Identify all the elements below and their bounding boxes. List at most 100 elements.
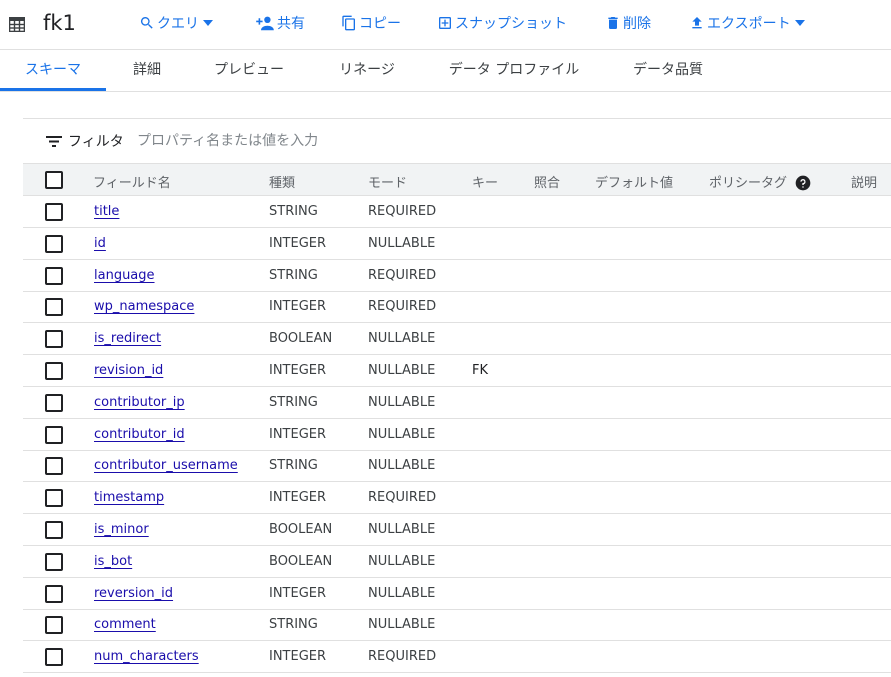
tab-data-profile[interactable]: データ プロファイル <box>424 51 604 91</box>
column-header-name[interactable]: フィールド名 <box>93 172 171 191</box>
field-name-link[interactable]: is_bot <box>94 554 132 569</box>
table-grid-icon <box>9 17 25 32</box>
field-mode: REQUIRED <box>368 649 437 665</box>
field-name-link[interactable]: contributor_id <box>94 427 185 442</box>
row-checkbox[interactable] <box>45 266 63 285</box>
column-header-mode[interactable]: モード <box>368 172 407 191</box>
copy-button-label: コピー <box>359 16 401 32</box>
field-type: BOOLEAN <box>269 553 333 569</box>
field-name-link[interactable]: wp_namespace <box>94 299 194 314</box>
field-name-link[interactable]: language <box>94 268 155 283</box>
delete-button[interactable]: 削除 <box>605 12 651 34</box>
snapshot-button-label: スナップショット <box>455 16 567 32</box>
top-toolbar: fk1 クエリ 共有 コピー スナップショット 削除 エクスポート <box>0 0 891 50</box>
row-checkbox[interactable] <box>45 616 63 635</box>
row-checkbox[interactable] <box>45 648 63 667</box>
active-tab-indicator <box>0 88 106 91</box>
row-checkbox[interactable] <box>45 425 63 444</box>
row-checkbox[interactable] <box>45 298 63 317</box>
tab-data-quality[interactable]: データ品質 <box>604 51 732 91</box>
share-button-label: 共有 <box>277 16 305 32</box>
field-name-link[interactable]: is_minor <box>94 522 149 537</box>
table-row: timestamp INTEGER REQUIRED <box>23 482 891 515</box>
column-header-key[interactable]: キー <box>472 172 498 191</box>
help-circle-icon[interactable] <box>795 175 811 191</box>
tab-bar: スキーマ 詳細 プレビュー リネージ データ プロファイル データ品質 <box>0 51 891 92</box>
tab-schema[interactable]: スキーマ <box>0 51 106 91</box>
export-button-label: エクスポート <box>707 16 791 32</box>
chevron-down-icon <box>794 20 805 26</box>
row-checkbox[interactable] <box>45 457 63 476</box>
column-header-collation[interactable]: 照合 <box>534 172 560 191</box>
tab-lineage[interactable]: リネージ <box>310 51 424 91</box>
query-button[interactable]: クエリ <box>139 12 215 34</box>
table-row: id INTEGER NULLABLE <box>23 228 891 260</box>
row-checkbox[interactable] <box>45 552 63 571</box>
field-mode: NULLABLE <box>368 522 436 537</box>
field-mode: NULLABLE <box>368 235 436 251</box>
field-mode: NULLABLE <box>368 331 436 347</box>
field-type: STRING <box>269 394 318 410</box>
field-name-link[interactable]: id <box>94 236 106 251</box>
row-checkbox[interactable] <box>45 521 63 539</box>
copy-icon <box>342 15 355 31</box>
column-header-default[interactable]: デフォルト値 <box>595 172 673 191</box>
field-type: INTEGER <box>269 299 327 315</box>
filter-bar: フィルタ <box>23 118 891 164</box>
field-type: INTEGER <box>269 426 327 442</box>
field-name-link[interactable]: timestamp <box>94 490 164 505</box>
chevron-down-icon <box>203 20 213 26</box>
field-type: INTEGER <box>269 363 327 378</box>
field-mode: REQUIRED <box>368 204 437 219</box>
field-name-link[interactable]: contributor_username <box>94 458 238 473</box>
row-checkbox[interactable] <box>45 203 63 221</box>
copy-button[interactable]: コピー <box>341 12 401 34</box>
field-name-link[interactable]: is_redirect <box>94 331 161 346</box>
field-mode: NULLABLE <box>368 363 436 378</box>
export-button[interactable]: エクスポート <box>689 12 807 34</box>
tab-details[interactable]: 詳細 <box>106 51 188 91</box>
field-name-link[interactable]: comment <box>94 617 156 632</box>
field-name-link[interactable]: contributor_ip <box>94 395 185 410</box>
table-row: contributor_id INTEGER NULLABLE <box>23 419 891 451</box>
table-row: reversion_id INTEGER NULLABLE <box>23 578 891 610</box>
row-checkbox[interactable] <box>45 393 63 412</box>
field-name-link[interactable]: num_characters <box>94 649 199 664</box>
field-type: BOOLEAN <box>269 522 333 537</box>
field-mode: NULLABLE <box>368 426 436 442</box>
upload-icon <box>692 17 702 29</box>
filter-lines-icon[interactable] <box>46 136 62 147</box>
table-row: revision_id INTEGER NULLABLE FK <box>23 355 891 387</box>
column-header-type[interactable]: 種類 <box>269 172 295 191</box>
filter-input[interactable] <box>137 129 637 153</box>
field-mode: NULLABLE <box>368 585 436 601</box>
row-checkbox[interactable] <box>45 584 63 603</box>
column-header-policy-tags[interactable]: ポリシータグ <box>709 172 811 191</box>
field-type: BOOLEAN <box>269 331 333 347</box>
search-icon <box>140 17 153 29</box>
row-checkbox[interactable] <box>45 362 63 380</box>
share-button[interactable]: 共有 <box>255 12 305 34</box>
table-row: is_bot BOOLEAN NULLABLE <box>23 546 891 578</box>
field-mode: REQUIRED <box>368 299 437 315</box>
field-name-link[interactable]: reversion_id <box>94 586 173 601</box>
table-row: is_redirect BOOLEAN NULLABLE <box>23 323 891 356</box>
field-type: STRING <box>269 617 318 633</box>
table-header: フィールド名 種類 モード キー 照合 デフォルト値 ポリシータグ 説明 <box>23 164 891 196</box>
delete-button-label: 削除 <box>623 16 651 32</box>
row-checkbox[interactable] <box>45 330 63 349</box>
column-header-description[interactable]: 説明 <box>851 172 877 191</box>
snapshot-button[interactable]: スナップショット <box>437 12 567 34</box>
column-header-policy-tags-label: ポリシータグ <box>709 176 788 191</box>
tab-preview[interactable]: プレビュー <box>188 51 310 91</box>
table-row: num_characters INTEGER REQUIRED <box>23 641 891 674</box>
table-row: language STRING REQUIRED <box>23 260 891 292</box>
field-name-link[interactable]: title <box>94 204 119 219</box>
field-type: STRING <box>269 458 318 474</box>
row-checkbox[interactable] <box>45 234 63 253</box>
field-name-link[interactable]: revision_id <box>94 363 163 378</box>
field-mode: NULLABLE <box>368 553 436 569</box>
row-checkbox[interactable] <box>45 489 63 508</box>
field-type: STRING <box>269 204 318 219</box>
select-all-checkbox[interactable] <box>45 171 63 189</box>
